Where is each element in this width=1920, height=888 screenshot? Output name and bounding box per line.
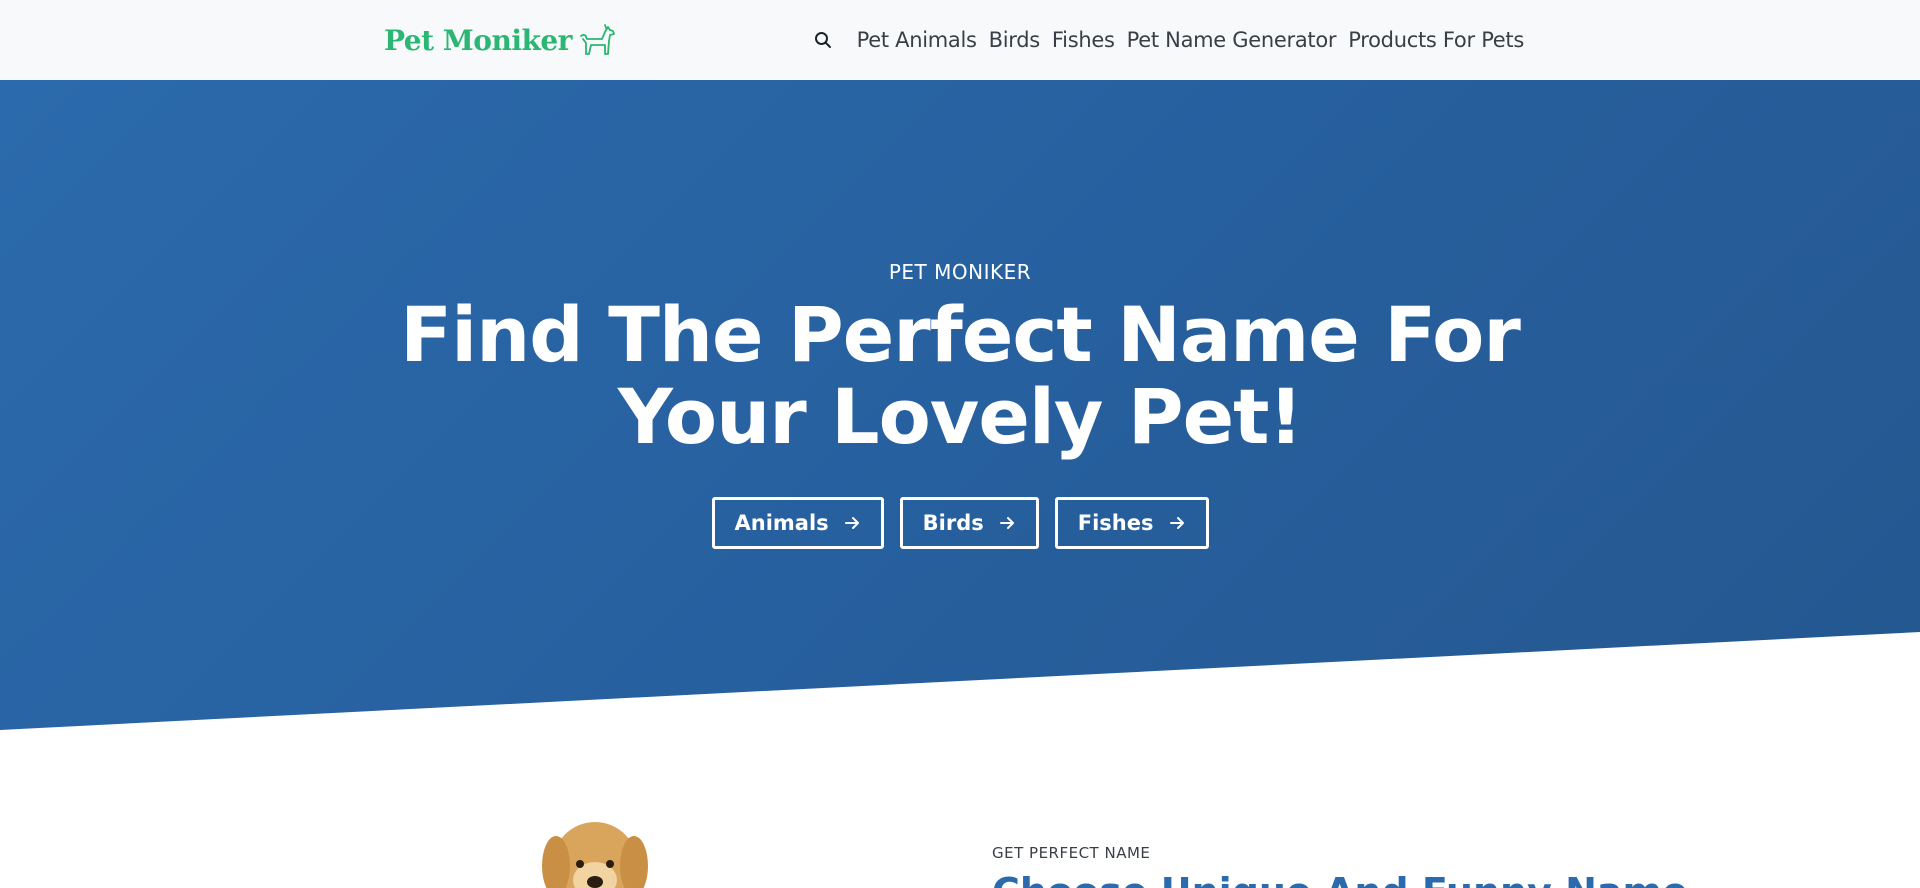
nav-item-pet-name-generator[interactable]: Pet Name Generator [1127,28,1337,52]
intro-heading: Choose Unique And Funny Name [992,870,1688,888]
nav-item-pet-animals[interactable]: Pet Animals [857,28,977,52]
nav-item-products-for-pets[interactable]: Products For Pets [1348,28,1524,52]
animals-button-label: Animals [734,511,829,535]
animals-button[interactable]: Animals [711,497,884,549]
site-logo[interactable]: Pet Moniker [384,22,616,58]
birds-button[interactable]: Birds [899,497,1039,549]
arrow-right-icon [1169,517,1184,529]
fishes-button-label: Fishes [1077,511,1154,535]
intro-eyebrow: GET PERFECT NAME [992,844,1151,862]
arrow-right-icon [844,517,859,529]
hero-title: Find The Perfect Name For Your Lovely Pe… [0,294,1920,458]
search-icon [814,32,831,48]
hero-button-group: Animals Birds Fishes [0,497,1920,549]
search-button[interactable] [809,26,837,54]
nav-item-birds[interactable]: Birds [989,28,1041,52]
golden-retriever-image [542,822,648,888]
nav-item-fishes[interactable]: Fishes [1052,28,1115,52]
arrow-right-icon [999,517,1014,529]
hero-title-line-1: Find The Perfect Name For [400,290,1521,379]
hero-section: PET MONIKER Find The Perfect Name For Yo… [0,80,1920,730]
fishes-button[interactable]: Fishes [1054,497,1209,549]
site-header: Pet Moniker Pet Animals Birds Fishes Pet… [0,0,1920,80]
main-nav: Pet Animals Birds Fishes Pet Name Genera… [809,22,1530,58]
hero-title-line-2: Your Lovely Pet! [617,372,1303,461]
dog-icon [580,24,615,55]
birds-button-label: Birds [922,511,984,535]
logo-text: Pet Moniker [384,23,572,57]
hero-eyebrow: PET MONIKER [888,260,1032,284]
